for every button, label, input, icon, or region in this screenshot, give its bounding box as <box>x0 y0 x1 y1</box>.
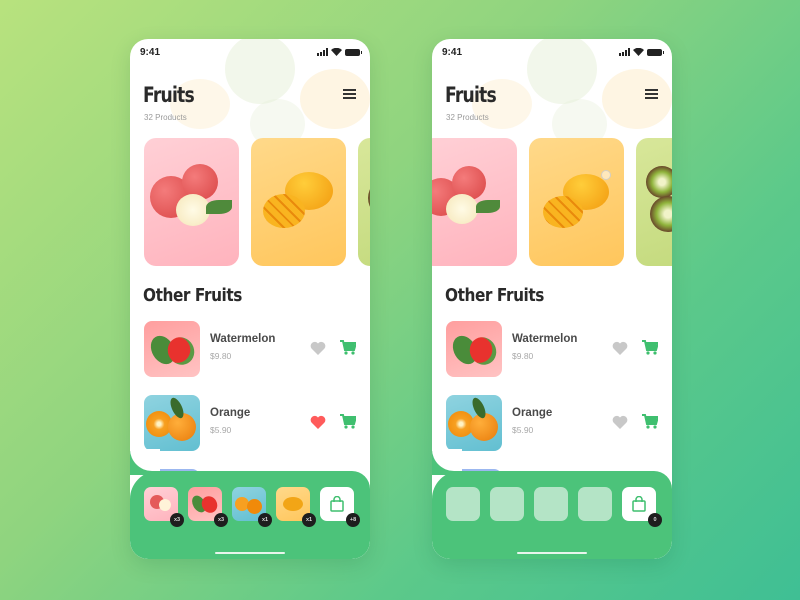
filter-button[interactable] <box>645 89 658 101</box>
featured-card-apple[interactable] <box>432 138 517 266</box>
shopping-bag-icon <box>330 496 344 512</box>
product-list: Watermelon $9.80 Orange $5.90 <box>446 321 658 489</box>
cart-tray: x3 x3 x1 x1 +8 <box>130 449 370 559</box>
list-item[interactable]: Orange $5.90 <box>446 395 658 469</box>
cart-bag-button[interactable]: +8 <box>320 487 360 527</box>
wifi-icon <box>331 48 342 56</box>
cart-item-watermelon[interactable]: x3 <box>188 487 228 527</box>
page-title: Fruits <box>445 83 497 107</box>
featured-card-kiwi[interactable] <box>358 138 370 266</box>
product-price: $5.90 <box>512 425 534 435</box>
list-item[interactable]: Watermelon $9.80 <box>446 321 658 395</box>
cart-bag-button[interactable]: 0 <box>622 487 662 527</box>
cart-item-orange[interactable]: x1 <box>232 487 272 527</box>
empty-cart-slot <box>446 487 480 521</box>
favorite-heart-icon[interactable] <box>612 341 628 355</box>
battery-icon <box>647 48 664 56</box>
status-time: 9:41 <box>442 46 463 58</box>
product-name: Orange <box>512 407 553 419</box>
list-item[interactable]: Orange $5.90 <box>144 395 356 469</box>
product-name: Orange <box>210 407 251 419</box>
home-indicator <box>517 552 587 554</box>
featured-carousel[interactable] <box>144 138 370 266</box>
status-bar: 9:41 <box>140 45 362 59</box>
cart-tray: 0 <box>432 449 672 559</box>
orange-image <box>144 395 200 451</box>
sliders-icon <box>343 89 356 99</box>
filter-button[interactable] <box>343 89 356 101</box>
phone-screen-left: 9:41 Fruits 32 Products Other Fruits Wat… <box>130 39 370 559</box>
product-list: Watermelon $9.80 Orange $5.90 <box>144 321 356 489</box>
featured-card-kiwi[interactable] <box>636 138 672 266</box>
signal-icon <box>619 48 630 56</box>
section-title: Other Fruits <box>143 285 242 306</box>
featured-card-apple[interactable] <box>144 138 239 266</box>
product-name: Watermelon <box>210 333 276 345</box>
shopping-bag-icon <box>632 496 646 512</box>
product-name: Watermelon <box>512 333 578 345</box>
featured-card-mango[interactable] <box>251 138 346 266</box>
list-item[interactable]: Watermelon $9.80 <box>144 321 356 395</box>
product-price: $9.80 <box>210 351 232 361</box>
favorite-heart-icon[interactable] <box>310 415 326 429</box>
home-indicator <box>215 552 285 554</box>
page-title: Fruits <box>143 83 195 107</box>
cart-item-apple[interactable]: x3 <box>144 487 184 527</box>
featured-card-mango[interactable] <box>529 138 624 266</box>
watermelon-image <box>144 321 200 377</box>
cart-item-mango[interactable]: x1 <box>276 487 316 527</box>
cart-count-badge: +8 <box>346 513 360 527</box>
wifi-icon <box>633 48 644 56</box>
empty-cart-slot <box>534 487 568 521</box>
battery-icon <box>345 48 362 56</box>
orange-image <box>446 395 502 451</box>
quantity-badge: x1 <box>258 513 272 527</box>
quantity-badge: x3 <box>214 513 228 527</box>
add-to-cart-icon[interactable] <box>642 414 658 429</box>
add-to-cart-icon[interactable] <box>340 340 356 355</box>
empty-cart-slot <box>490 487 524 521</box>
status-time: 9:41 <box>140 46 161 58</box>
favorite-heart-icon[interactable] <box>310 341 326 355</box>
cart-count-badge: 0 <box>648 513 662 527</box>
quantity-badge: x1 <box>302 513 316 527</box>
featured-carousel[interactable] <box>432 138 672 266</box>
status-bar: 9:41 <box>442 45 664 59</box>
watermelon-image <box>446 321 502 377</box>
section-title: Other Fruits <box>445 285 544 306</box>
product-count: 32 Products <box>446 113 489 122</box>
phone-screen-right: 9:41 Fruits 32 Products Other Fruits Wat… <box>432 39 672 559</box>
product-price: $5.90 <box>210 425 232 435</box>
product-count: 32 Products <box>144 113 187 122</box>
quantity-badge: x3 <box>170 513 184 527</box>
sliders-icon <box>645 89 658 99</box>
empty-cart-slot <box>578 487 612 521</box>
add-to-cart-icon[interactable] <box>642 340 658 355</box>
favorite-heart-icon[interactable] <box>612 415 628 429</box>
product-price: $9.80 <box>512 351 534 361</box>
add-to-cart-icon[interactable] <box>340 414 356 429</box>
signal-icon <box>317 48 328 56</box>
